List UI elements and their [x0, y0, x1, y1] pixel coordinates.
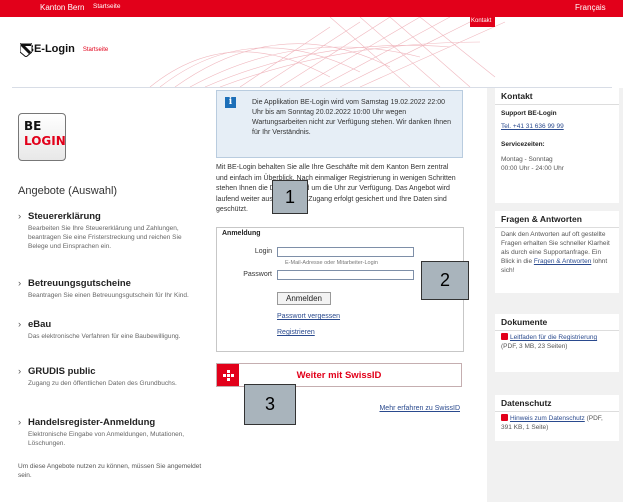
top-bar: Kanton Bern Startseite Français: [0, 0, 623, 17]
faq-box: Fragen & Antworten Dank den Antworten au…: [495, 211, 619, 293]
offer-title[interactable]: eBau: [28, 319, 51, 330]
forgot-password-link[interactable]: Passwort vergessen: [277, 313, 340, 320]
kontakt-top-link[interactable]: Kontakt: [471, 18, 491, 24]
offer-title[interactable]: GRUDIS public: [28, 366, 96, 377]
offer-steuererklaerung[interactable]: › Steuererklärung Bearbeiten Sie Ihre Ste…: [18, 211, 198, 251]
login-heading: Anmeldung: [222, 230, 261, 237]
offer-title[interactable]: Betreuungsgutscheine: [28, 278, 131, 289]
maintenance-notice: i Die Applikation BE-Login wird vom Sams…: [216, 90, 463, 158]
chevron-right-icon: ›: [18, 319, 22, 330]
callout-3: 3: [244, 384, 296, 425]
guide-registration-link[interactable]: Leitfaden für die Registrierung: [510, 334, 597, 341]
privacy-box: Datenschutz Hinweis zum Datenschutz (PDF…: [495, 395, 619, 441]
offer-description: Beantragen Sie einen Betreuungsgutschein…: [28, 292, 189, 299]
swissid-more-link[interactable]: Mehr erfahren zu SwissID: [330, 405, 460, 412]
login-input[interactable]: [277, 247, 414, 257]
contact-title: Kontakt: [495, 88, 619, 105]
contact-box: Kontakt Support BE-Login Tel. +41 31 636…: [495, 88, 619, 203]
service-time: 00:00 Uhr - 24:00 Uhr: [501, 165, 564, 172]
offers-footnote: Um diese Angebote nutzen zu können, müss…: [18, 463, 202, 479]
faq-title: Fragen & Antworten: [495, 211, 619, 228]
logo-line-2: LOGIN: [24, 134, 66, 148]
guide-registration-meta: (PDF, 3 MB, 23 Seiten): [501, 343, 568, 350]
login-hint: E-Mail-Adresse oder Mitarbeiter-Login: [285, 260, 378, 266]
offer-description: Das elektronische Verfahren für eine Bau…: [28, 333, 181, 340]
bern-coat-of-arms-icon: [20, 43, 32, 57]
offer-title[interactable]: Handelsregister-Anmeldung: [28, 417, 155, 428]
pdf-icon: [501, 333, 508, 340]
offer-description: Bearbeiten Sie Ihre Steuererklärung und …: [28, 225, 182, 250]
callout-2: 2: [421, 261, 469, 300]
chevron-right-icon: ›: [18, 366, 22, 377]
offer-grudis-public[interactable]: › GRUDIS public Zugang zu den öffentliche…: [18, 366, 198, 388]
register-link[interactable]: Registrieren: [277, 329, 315, 336]
be-login-logo: BE LOGIN: [18, 113, 66, 161]
offer-ebau[interactable]: › eBau Das elektronische Verfahren für ei…: [18, 319, 198, 341]
pdf-icon: [501, 414, 508, 421]
support-phone-link[interactable]: Tel. +41 31 636 99 99: [501, 122, 613, 131]
offer-handelsregister[interactable]: › Handelsregister-Anmeldung Elektronische…: [18, 417, 198, 448]
service-hours-title: Servicezeiten:: [501, 141, 545, 148]
anmelden-button[interactable]: Anmelden: [277, 292, 331, 305]
privacy-notice-link[interactable]: Hinweis zum Datenschutz: [510, 415, 585, 422]
info-icon: i: [225, 97, 236, 108]
chevron-right-icon: ›: [18, 417, 22, 428]
offer-betreuungsgutscheine[interactable]: › Betreuungsgutscheine Beantragen Sie ein…: [18, 278, 198, 300]
offer-description: Elektronische Eingabe von Anmeldungen, M…: [28, 431, 185, 447]
notice-text: Die Applikation BE-Login wird vom Samsta…: [252, 99, 451, 136]
documents-box: Dokumente Leitfaden für die Registrierun…: [495, 314, 619, 372]
offers-title: Angebote (Auswahl): [18, 185, 118, 197]
offer-description: Zugang zu den öffentlichen Daten des Gru…: [28, 380, 177, 387]
language-link[interactable]: Français: [575, 3, 606, 12]
password-input[interactable]: [277, 270, 414, 280]
offer-title[interactable]: Steuererklärung: [28, 211, 101, 222]
service-days: Montag - Sonntag: [501, 156, 553, 163]
support-title: Support BE-Login: [501, 110, 557, 117]
intro-text: Mit BE-Login behalten Sie alle Ihre Gesc…: [216, 164, 456, 213]
startseite-link[interactable]: Startseite: [83, 47, 108, 53]
app-title[interactable]: BE-Login: [26, 43, 75, 55]
header: Kontakt BE-Login Startseite: [0, 17, 623, 87]
logo-line-1: BE: [24, 119, 42, 133]
documents-title: Dokumente: [495, 314, 619, 331]
password-label: Passwort: [243, 271, 272, 278]
startseite-top-link[interactable]: Startseite: [93, 3, 120, 10]
swissid-label[interactable]: Weiter mit SwissID: [217, 370, 461, 381]
privacy-title: Datenschutz: [495, 395, 619, 412]
login-label: Login: [254, 248, 272, 255]
callout-1: 1: [272, 180, 308, 214]
brand: BE-Login Startseite: [20, 43, 108, 57]
chevron-right-icon: ›: [18, 278, 22, 289]
canton-label: Kanton Bern: [40, 3, 85, 12]
chevron-right-icon: ›: [18, 211, 22, 222]
faq-link[interactable]: Fragen & Antworten: [534, 258, 591, 265]
